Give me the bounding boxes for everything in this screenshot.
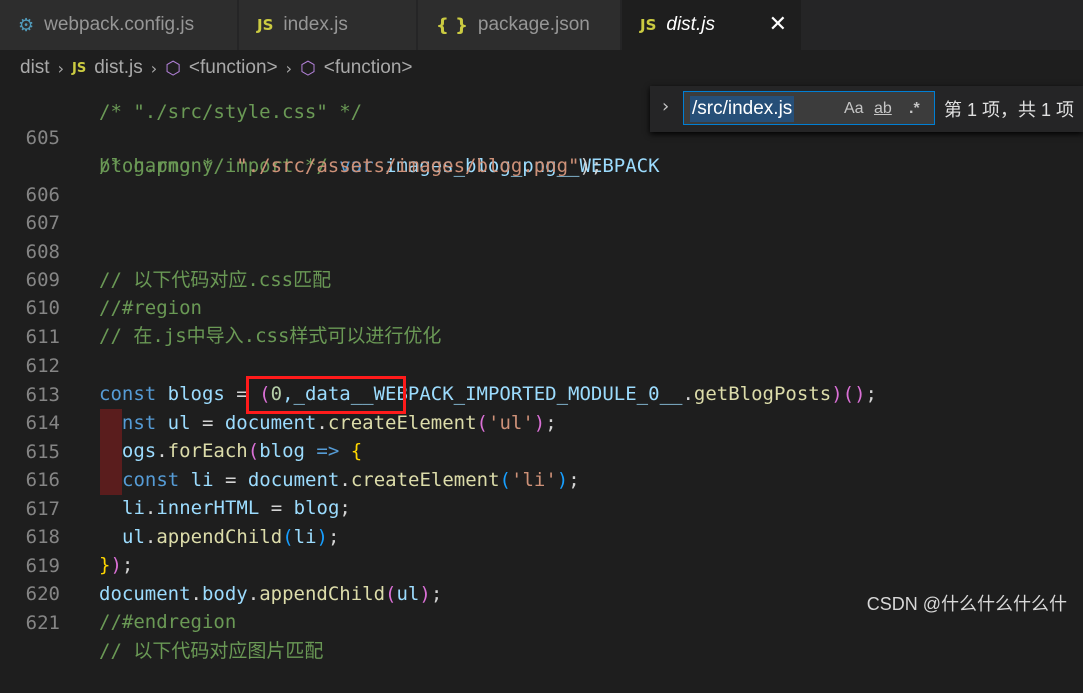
code-line: 613 const ul = document.createElement('u… [0,353,557,434]
find-widget: › /src/index.js Aa ab .* 第 1 项，共 1 项 [650,86,1083,132]
code-line: 612 const blogs = (0,_data__WEBPACK_IMPO… [0,324,877,405]
js-file-icon: JS [640,16,657,34]
code-line: 608 // 以下代码对应.css匹配 [0,210,331,291]
code-line: 619 document.body.appendChild(ul); [0,524,443,605]
tab-package-json[interactable]: { } package.json [418,0,621,50]
code-text: blogs.forEach(blog => { [99,440,363,462]
code-line: 615 const li = document.createElement('l… [0,410,580,491]
js-file-icon: JS [257,16,274,34]
code-text: }); [99,554,134,576]
find-input-value: /src/index.js [690,96,795,122]
tab-webpack-config[interactable]: ⚙ webpack.config.js [0,0,238,50]
code-comment: //#region [99,297,202,319]
diff-indent-marker [100,409,122,495]
code-line: 611 [0,295,60,348]
code-line: 607 [0,181,60,234]
find-result-count: 第 1 项，共 1 项 [944,100,1075,120]
code-line: 621 [0,581,60,634]
code-line: 614 blogs.forEach(blog => { [0,381,363,462]
code-text: ul.appendChild(li); [122,526,340,548]
code-line: 618 }); [0,495,134,576]
watermark: CSDN @什么什么什么什 [866,594,1067,614]
code-line: 606 [0,153,60,206]
close-icon[interactable]: ✕ [769,12,787,37]
tab-index-js[interactable]: JS index.js [239,0,417,50]
tab-label: index.js [283,14,348,35]
code-line: // 以下代码对应图片匹配 [0,609,323,662]
whole-word-icon[interactable]: ab [874,100,892,118]
settings-file-icon: ⚙ [18,14,35,36]
tab-bar: ⚙ webpack.config.js JS index.js { } pack… [0,0,1083,50]
code-text: document.body.appendChild(ul); [99,583,443,605]
code-text: blog.png */ "./src/assets/images/blog.pn… [99,155,603,177]
code-comment: // 在.js中导入.css样式可以进行优化 [99,325,442,347]
code-comment: //#endregion [99,611,237,633]
tab-label: dist.js [666,14,715,35]
code-editor[interactable]: /* "./src/style.css" */ 605 /* harmony i… [0,84,1083,662]
code-line: 620 //#endregion [0,552,237,633]
code-line: 616 li.innerHTML = blog; [0,438,351,519]
code-text: li.innerHTML = blog; [122,497,351,519]
regex-icon[interactable]: .* [909,100,920,118]
code-line: 610 // 在.js中导入.css样式可以进行优化 [0,266,442,347]
code-comment: // 以下代码对应图片匹配 [99,640,324,662]
code-text: const blogs = (0,_data__WEBPACK_IMPORTED… [99,383,877,405]
chevron-right-icon[interactable]: › [662,96,669,117]
match-case-icon[interactable]: Aa [844,100,864,118]
highlight-annotation-box [246,376,406,414]
code-text: const li = document.createElement('li'); [122,469,580,491]
code-line: 609 //#region [0,238,202,319]
json-file-icon: { } [436,14,468,36]
find-input[interactable]: /src/index.js Aa ab .* [683,91,935,125]
tab-dist-js[interactable]: JS dist.js ✕ [622,0,802,50]
tab-label: webpack.config.js [44,14,195,35]
code-line: 617 ul.appendChild(li); [0,467,340,548]
tab-label: package.json [477,14,590,35]
code-comment: // 以下代码对应.css匹配 [99,269,332,291]
